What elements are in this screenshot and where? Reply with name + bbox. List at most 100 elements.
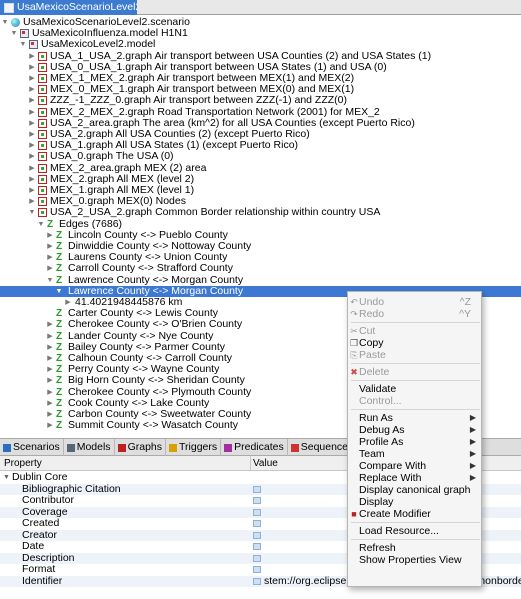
menu-item-compare-with[interactable]: Compare With ▶: [348, 460, 483, 472]
expand-twisty-icon[interactable]: ▶: [46, 420, 54, 430]
expand-twisty-icon[interactable]: ▶: [46, 398, 54, 408]
view-tab-triggers[interactable]: Triggers: [166, 439, 222, 456]
tree-row[interactable]: ▶ Carroll County <-> Strafford County: [0, 263, 521, 274]
menu-item-redo[interactable]: ↷ Redo ^Y: [348, 308, 483, 320]
collapse-twisty-icon[interactable]: ▼: [1, 17, 9, 27]
menu-item-show-properties-view[interactable]: Show Properties View: [348, 554, 483, 566]
editor-tab-scenario[interactable]: UsaMexicoScenarioLevel2.scenario: [0, 0, 137, 15]
view-tab-predicates[interactable]: Predicates: [221, 439, 288, 456]
expand-twisty-icon[interactable]: ▶: [28, 140, 36, 150]
property-value-icon: [253, 554, 261, 562]
expand-twisty-icon[interactable]: ▶: [28, 129, 36, 139]
menu-item-label: Load Resource...: [359, 525, 439, 537]
delete-icon: ✖: [350, 367, 358, 377]
context-menu: ↶ Undo ^Z ↷ Redo ^Y ✂ Cut ❐ Copy ⎘ Paste ✖ Delete Vali…: [347, 291, 482, 587]
menu-item-display[interactable]: Display: [348, 496, 483, 508]
graph-icon: [38, 130, 47, 139]
expand-twisty-icon[interactable]: ▶: [28, 51, 36, 61]
expand-twisty-icon[interactable]: ▶: [46, 241, 54, 251]
menu-item-team[interactable]: Team ▶: [348, 448, 483, 460]
expand-twisty-icon[interactable]: ▶: [28, 73, 36, 83]
tree-row-label: USA_2_USA_2.graph Common Border relation…: [50, 206, 381, 219]
view-tab-scenarios[interactable]: Scenarios: [0, 439, 64, 456]
menu-item-load-resource[interactable]: Load Resource...: [348, 525, 483, 537]
menu-item-label: Validate: [359, 383, 397, 395]
expand-twisty-icon[interactable]: ▶: [28, 107, 36, 117]
menu-item-profile-as[interactable]: Profile As ▶: [348, 436, 483, 448]
view-tab-label: Triggers: [179, 441, 218, 453]
expand-twisty-icon[interactable]: ▶: [28, 151, 36, 161]
submenu-arrow-icon: ▶: [469, 461, 476, 470]
menu-item-label: Refresh: [359, 542, 396, 554]
scenario-icon: [11, 18, 20, 27]
tree-row[interactable]: ▶ ZZZ_-1_ZZZ_0.graph Air transport betwee…: [0, 95, 521, 106]
expand-twisty-icon[interactable]: ▶: [46, 387, 54, 397]
submenu-arrow-icon: ▶: [469, 449, 476, 458]
expand-twisty-icon[interactable]: ▶: [28, 84, 36, 94]
menu-item-delete[interactable]: ✖ Delete: [348, 366, 483, 378]
submenu-arrow-icon: ▶: [469, 473, 476, 482]
expand-twisty-icon[interactable]: ▶: [46, 319, 54, 329]
menu-item-label: Team: [359, 448, 385, 460]
expand-twisty-icon[interactable]: ▶: [28, 95, 36, 105]
graph-icon: [38, 208, 47, 218]
expand-twisty-icon[interactable]: ▶: [46, 409, 54, 419]
expand-twisty-icon[interactable]: ▶: [28, 118, 36, 128]
view-tab-graphs[interactable]: Graphs: [115, 439, 166, 456]
menu-item-create-modifier[interactable]: ■ Create Modifier: [348, 508, 483, 520]
graph-icon: [38, 96, 47, 106]
submenu-arrow-icon: ▶: [469, 413, 476, 422]
menu-item-refresh[interactable]: Refresh: [348, 542, 483, 554]
menu-item-run-as[interactable]: Run As ▶: [348, 412, 483, 424]
view-tab-models[interactable]: Models: [64, 439, 115, 456]
value-column-header[interactable]: Value: [253, 456, 278, 471]
menu-item-validate[interactable]: Validate: [348, 383, 483, 395]
edge-icon: [56, 410, 65, 419]
expand-twisty-icon[interactable]: ▶: [46, 364, 54, 374]
expand-twisty-icon[interactable]: ▶: [28, 163, 36, 173]
property-value-icon: [253, 508, 261, 516]
edge-icon: [56, 276, 65, 285]
graph-icon: [38, 141, 47, 151]
menu-item-cut[interactable]: ✂ Cut: [348, 325, 483, 337]
menu-item-replace-with[interactable]: Replace With ▶: [348, 472, 483, 484]
tree-row[interactable]: ▼ USA_2_USA_2.graph Common Border relatio…: [0, 207, 521, 218]
collapse-twisty-icon[interactable]: ▼: [28, 207, 36, 217]
property-column-header[interactable]: Property: [4, 456, 42, 471]
property-value-icon: [253, 566, 261, 573]
menu-item-copy[interactable]: ❐ Copy: [348, 337, 483, 349]
expand-twisty-icon[interactable]: ▶: [46, 353, 54, 363]
cut-icon: ✂: [350, 326, 358, 336]
expand-twisty-icon[interactable]: ▶: [64, 297, 72, 307]
collapse-twisty-icon[interactable]: ▼: [46, 275, 54, 285]
menu-item-control[interactable]: Control...: [348, 395, 483, 407]
menu-separator: [351, 522, 480, 523]
collapse-twisty-icon[interactable]: ▼: [55, 286, 63, 296]
menu-item-shortcut: ^Z: [459, 296, 471, 308]
menu-item-undo[interactable]: ↶ Undo ^Z: [348, 296, 483, 308]
expand-twisty-icon[interactable]: ▶: [46, 331, 54, 341]
collapse-twisty-icon[interactable]: ▼: [19, 39, 27, 49]
menu-item-shortcut: ^Y: [459, 308, 471, 320]
expand-twisty-icon[interactable]: ▶: [28, 174, 36, 184]
tree-row[interactable]: ▶ USA_0.graph The USA (0): [0, 151, 521, 162]
menu-item-display-canonical-graph[interactable]: Display canonical graph: [348, 484, 483, 496]
expand-twisty-icon[interactable]: ▶: [46, 375, 54, 385]
tree-row[interactable]: ▼ UsaMexicoLevel2.model: [0, 39, 521, 50]
expand-twisty-icon[interactable]: ▶: [46, 252, 54, 262]
collapse-twisty-icon[interactable]: ▼: [10, 28, 18, 38]
property-name: Identifier: [22, 574, 63, 587]
expand-twisty-icon[interactable]: ▶: [28, 62, 36, 72]
menu-item-paste[interactable]: ⎘ Paste: [348, 349, 483, 361]
expand-twisty-icon[interactable]: ▶: [28, 185, 36, 195]
scenarios-icon: [3, 443, 11, 452]
menu-item-debug-as[interactable]: Debug As ▶: [348, 424, 483, 436]
expand-twisty-icon[interactable]: ▶: [46, 230, 54, 240]
expand-twisty-icon[interactable]: ▶: [46, 263, 54, 273]
collapse-twisty-icon[interactable]: ▼: [37, 219, 45, 229]
expand-twisty-icon[interactable]: ▶: [46, 342, 54, 352]
menu-item-label: Undo: [359, 296, 385, 308]
expand-twisty-icon[interactable]: ▶: [28, 196, 36, 206]
collapse-twisty-icon[interactable]: ▼: [3, 472, 10, 484]
edge-icon: [56, 242, 65, 251]
